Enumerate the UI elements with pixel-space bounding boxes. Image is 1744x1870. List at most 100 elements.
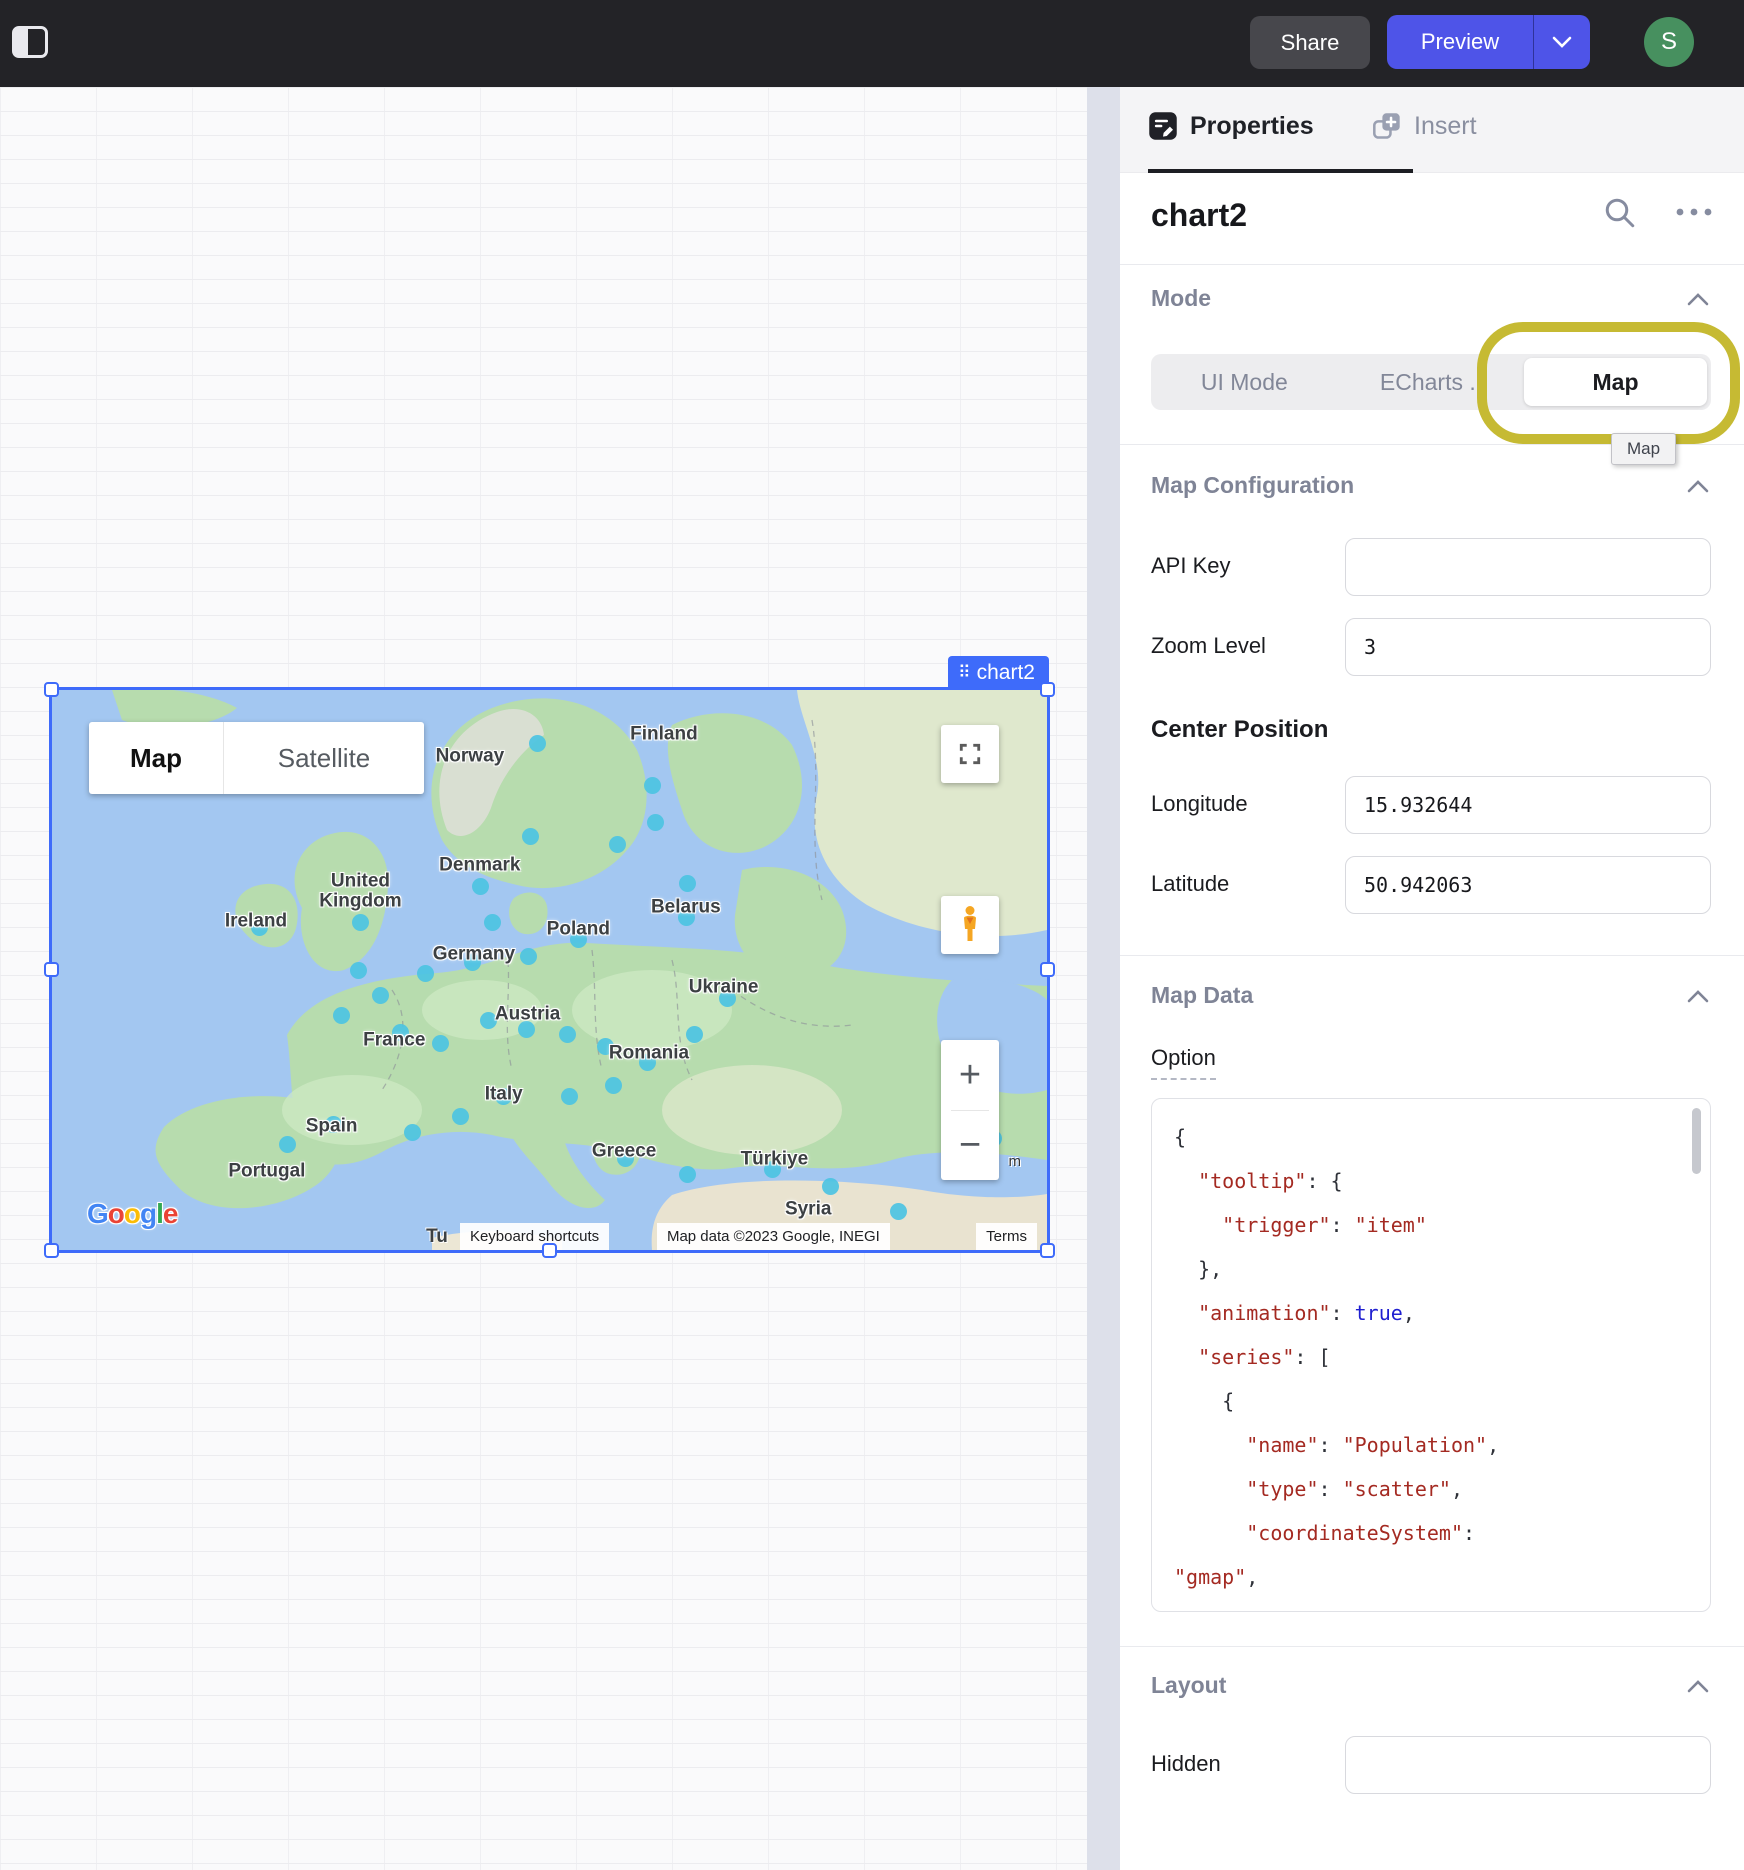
longitude-input[interactable] <box>1345 776 1711 834</box>
map-country-label: UnitedKingdom <box>319 871 401 912</box>
code-line: { <box>1174 1379 1710 1423</box>
option-label: Option <box>1151 1045 1216 1080</box>
zoom-in-button[interactable]: + <box>941 1040 999 1110</box>
api-key-input[interactable] <box>1345 538 1711 596</box>
resize-handle-s[interactable] <box>542 1243 557 1258</box>
widget-name-tag[interactable]: ⠿ chart2 <box>948 656 1049 690</box>
map-country-label-clipped: Tu <box>426 1226 448 1248</box>
map-scatter-point[interactable] <box>520 948 537 965</box>
api-key-label: API Key <box>1151 553 1230 579</box>
map-scale-label: m <box>1009 1153 1022 1170</box>
center-position-heading: Center Position <box>1151 716 1328 744</box>
chevron-up-icon <box>1686 1679 1710 1694</box>
code-line: "coordinateSystem": <box>1174 1511 1710 1555</box>
drag-handle-icon: ⠿ <box>958 663 968 683</box>
section-divider <box>1120 264 1744 265</box>
code-line: "name": "Population", <box>1174 1423 1710 1467</box>
map-country-label: France <box>363 1031 425 1052</box>
map-widget[interactable]: ⠿ chart2 <box>52 690 1047 1250</box>
code-line: "gmap", <box>1174 1555 1710 1599</box>
code-line: "series": [ <box>1174 1335 1710 1379</box>
map-scatter-point[interactable] <box>472 878 489 895</box>
tab-insert-label: Insert <box>1414 112 1477 141</box>
search-button[interactable] <box>1602 195 1638 234</box>
resize-handle-se[interactable] <box>1040 1243 1055 1258</box>
chevron-up-icon <box>1686 989 1710 1004</box>
map-scatter-point[interactable] <box>432 1035 449 1052</box>
latitude-input[interactable] <box>1345 856 1711 914</box>
map-country-label: Poland <box>547 919 610 940</box>
zoom-out-button[interactable]: − <box>941 1111 999 1181</box>
mode-segmented-control: UI Mode ECharts .. Map <box>1151 354 1711 410</box>
resize-handle-w[interactable] <box>44 962 59 977</box>
mode-collapse-button[interactable] <box>1686 292 1710 312</box>
code-line: "tooltip": { <box>1174 1159 1710 1203</box>
preview-button[interactable]: Preview <box>1387 15 1533 69</box>
map-scatter-point[interactable] <box>647 814 664 831</box>
mode-option-map-selected[interactable]: Map <box>1524 358 1707 406</box>
mode-option-echarts[interactable]: ECharts .. <box>1338 354 1525 410</box>
map-data-collapse-button[interactable] <box>1686 989 1710 1009</box>
layout-collapse-button[interactable] <box>1686 1679 1710 1699</box>
preview-button-group: Preview <box>1387 15 1590 69</box>
code-line: "animation": true, <box>1174 1291 1710 1335</box>
code-line: "type": "scatter", <box>1174 1467 1710 1511</box>
keyboard-shortcuts-link[interactable]: Keyboard shortcuts <box>460 1223 609 1250</box>
map-country-label: Türkiye <box>741 1150 809 1171</box>
chevron-up-icon <box>1686 479 1710 494</box>
top-bar: Share Preview S <box>0 0 1744 87</box>
map-country-label: Norway <box>436 747 505 768</box>
resize-handle-nw[interactable] <box>44 682 59 697</box>
map-type-satellite-button[interactable]: Satellite <box>224 722 424 794</box>
insert-icon <box>1372 111 1402 141</box>
tab-properties[interactable]: Properties <box>1148 111 1314 141</box>
map-country-label: Ukraine <box>689 978 759 999</box>
widget-title: chart2 <box>1151 197 1247 234</box>
ellipsis-icon <box>1672 205 1716 219</box>
option-code-editor[interactable]: { "tooltip": { "trigger": "item" }, "ani… <box>1151 1098 1711 1612</box>
sidebar-toggle-icon[interactable] <box>12 26 48 58</box>
map-scatter-point[interactable] <box>333 1007 350 1024</box>
map-country-label: Austria <box>495 1005 560 1026</box>
map-data-attribution: Map data ©2023 Google, INEGI <box>657 1223 890 1250</box>
mode-section-title: Mode <box>1151 285 1211 312</box>
map-scatter-point[interactable] <box>529 735 546 752</box>
map-scatter-point[interactable] <box>605 1077 622 1094</box>
map-scatter-point[interactable] <box>417 965 434 982</box>
map-country-label: Romania <box>609 1044 689 1065</box>
preview-dropdown-button[interactable] <box>1533 15 1590 69</box>
zoom-level-input[interactable] <box>1345 618 1711 676</box>
google-logo[interactable]: Google <box>87 1198 177 1230</box>
pegman-button[interactable] <box>941 896 999 954</box>
map-type-map-button[interactable]: Map <box>89 722 224 794</box>
more-options-button[interactable] <box>1672 205 1716 222</box>
terms-link[interactable]: Terms <box>976 1223 1037 1250</box>
map-scatter-point[interactable] <box>822 1178 839 1195</box>
hidden-input[interactable] <box>1345 1736 1711 1794</box>
map-fullscreen-button[interactable] <box>941 725 999 783</box>
map-country-label: Ireland <box>225 912 287 933</box>
map-config-collapse-button[interactable] <box>1686 479 1710 499</box>
code-scrollbar-thumb[interactable] <box>1692 1108 1701 1174</box>
map-scatter-point[interactable] <box>279 1136 296 1153</box>
resize-handle-ne[interactable] <box>1040 682 1055 697</box>
map-country-label: Portugal <box>228 1161 305 1182</box>
layout-section-title: Layout <box>1151 1672 1226 1699</box>
share-button[interactable]: Share <box>1250 16 1370 69</box>
panel-header: Properties Insert <box>1120 87 1744 173</box>
tab-insert[interactable]: Insert <box>1372 111 1477 141</box>
avatar[interactable]: S <box>1644 17 1694 67</box>
mode-option-ui-mode[interactable]: UI Mode <box>1151 354 1338 410</box>
properties-panel: Properties Insert chart2 Mode <box>1120 87 1744 1870</box>
map-scatter-point[interactable] <box>679 875 696 892</box>
longitude-label: Longitude <box>1151 791 1248 817</box>
map-scatter-point[interactable] <box>522 828 539 845</box>
map-button-tooltip: Map <box>1611 433 1676 465</box>
map-country-label: Denmark <box>439 856 520 877</box>
resize-handle-e[interactable] <box>1040 962 1055 977</box>
resize-handle-sw[interactable] <box>44 1243 59 1258</box>
code-line: { <box>1174 1115 1710 1159</box>
map-scatter-point[interactable] <box>890 1203 907 1220</box>
code-line: "itemStyle": { <box>1174 1599 1710 1612</box>
map-scatter-point[interactable] <box>452 1108 469 1125</box>
